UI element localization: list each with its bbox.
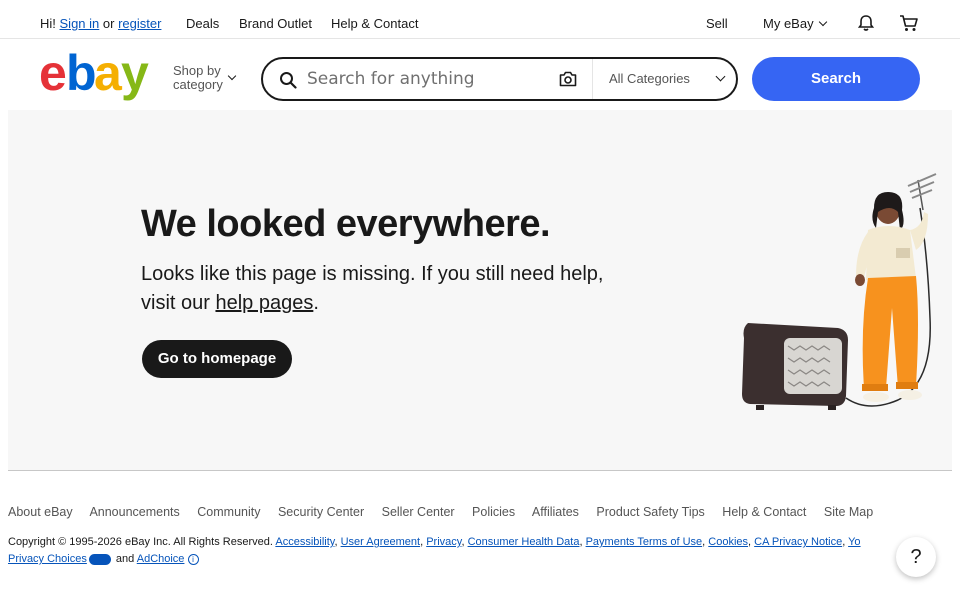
footer-link-policies[interactable]: Policies: [472, 505, 515, 519]
footer-divider: [8, 470, 952, 471]
greeting: Hi! Sign in or register: [40, 16, 161, 31]
not-found-hero: We looked everywhere. Looks like this pa…: [8, 110, 952, 470]
svg-text:a: a: [94, 50, 123, 101]
chevron-down-icon: [715, 71, 726, 82]
footer-links: About eBay Announcements Community Secur…: [8, 505, 887, 519]
message-text: Looks like this page is missing. If you …: [141, 263, 604, 314]
greeting-prefix: Hi!: [40, 16, 56, 31]
copyright-notice: Copyright © 1995-2026 eBay Inc. All Righ…: [8, 536, 861, 565]
my-ebay-label: My eBay: [763, 16, 814, 31]
shop-by-category-button[interactable]: Shop by category: [173, 63, 237, 92]
privacy-choices-link[interactable]: Privacy Choices: [8, 553, 87, 565]
register-link[interactable]: register: [118, 16, 161, 31]
footer-link-announcements[interactable]: Announcements: [89, 505, 179, 519]
legal-link-consumer-health[interactable]: Consumer Health Data: [468, 536, 580, 548]
legal-link-cookies[interactable]: Cookies: [708, 536, 748, 548]
footer-link-help-contact[interactable]: Help & Contact: [722, 505, 806, 519]
help-button[interactable]: ?: [896, 537, 936, 577]
footer-link-about[interactable]: About eBay: [8, 505, 73, 519]
footer-link-seller-center[interactable]: Seller Center: [382, 505, 455, 519]
shop-by-label: Shop by: [173, 63, 221, 78]
footer-link-affiliates[interactable]: Affiliates: [532, 505, 579, 519]
sign-in-link[interactable]: Sign in: [60, 16, 100, 31]
svg-text:e: e: [39, 50, 66, 101]
legal-link-ca-privacy[interactable]: CA Privacy Notice: [754, 536, 842, 548]
sell-link[interactable]: Sell: [706, 16, 728, 31]
chevron-down-icon: [227, 71, 237, 81]
camera-icon[interactable]: [559, 71, 577, 87]
footer-link-community[interactable]: Community: [197, 505, 260, 519]
legal-link-privacy[interactable]: Privacy: [426, 536, 461, 548]
help-pages-link[interactable]: help pages: [215, 292, 313, 314]
search-divider: [592, 59, 593, 99]
header: e b a y Shop by category All Categories …: [0, 40, 960, 110]
chevron-down-icon: [818, 17, 827, 27]
error-message: Looks like this page is missing. If you …: [141, 260, 611, 318]
search-bar: All Categories: [261, 57, 738, 101]
my-ebay-menu[interactable]: My eBay: [763, 16, 827, 31]
message-end: .: [313, 292, 319, 314]
search-icon: [280, 72, 297, 89]
copyright-text: Copyright © 1995-2026 eBay Inc. All Righ…: [8, 536, 273, 548]
person-with-tv-illustration: [742, 173, 937, 410]
go-to-homepage-button[interactable]: Go to homepage: [142, 340, 292, 378]
category-select[interactable]: All Categories: [609, 71, 690, 86]
cart-icon[interactable]: [899, 14, 919, 32]
page-title: We looked everywhere.: [141, 203, 551, 245]
search-input[interactable]: [307, 67, 547, 91]
legal-link-payments-terms[interactable]: Payments Terms of Use: [586, 536, 703, 548]
privacy-choices-icon: [88, 553, 111, 565]
ebay-logo[interactable]: e b a y: [39, 50, 159, 102]
category-label: category: [173, 77, 223, 92]
svg-text:b: b: [66, 50, 95, 101]
and-text: and: [115, 553, 135, 565]
legal-link-user-agreement[interactable]: User Agreement: [341, 536, 420, 548]
top-utility-bar: Hi! Sign in or register Deals Brand Outl…: [0, 0, 960, 39]
svg-text:y: y: [121, 50, 149, 101]
info-icon: i: [187, 553, 199, 565]
bell-icon[interactable]: [857, 14, 875, 32]
brand-outlet-link[interactable]: Brand Outlet: [239, 16, 312, 31]
legal-link-truncated[interactable]: Yo: [848, 536, 860, 548]
adchoice-link[interactable]: AdChoice: [137, 553, 185, 565]
footer-link-product-safety[interactable]: Product Safety Tips: [596, 505, 704, 519]
footer-link-security-center[interactable]: Security Center: [278, 505, 364, 519]
legal-link-accessibility[interactable]: Accessibility: [275, 536, 334, 548]
footer-link-site-map[interactable]: Site Map: [824, 505, 873, 519]
or-text: or: [102, 16, 115, 31]
deals-link[interactable]: Deals: [186, 16, 219, 31]
help-contact-link[interactable]: Help & Contact: [331, 16, 418, 31]
search-button[interactable]: Search: [752, 57, 920, 101]
